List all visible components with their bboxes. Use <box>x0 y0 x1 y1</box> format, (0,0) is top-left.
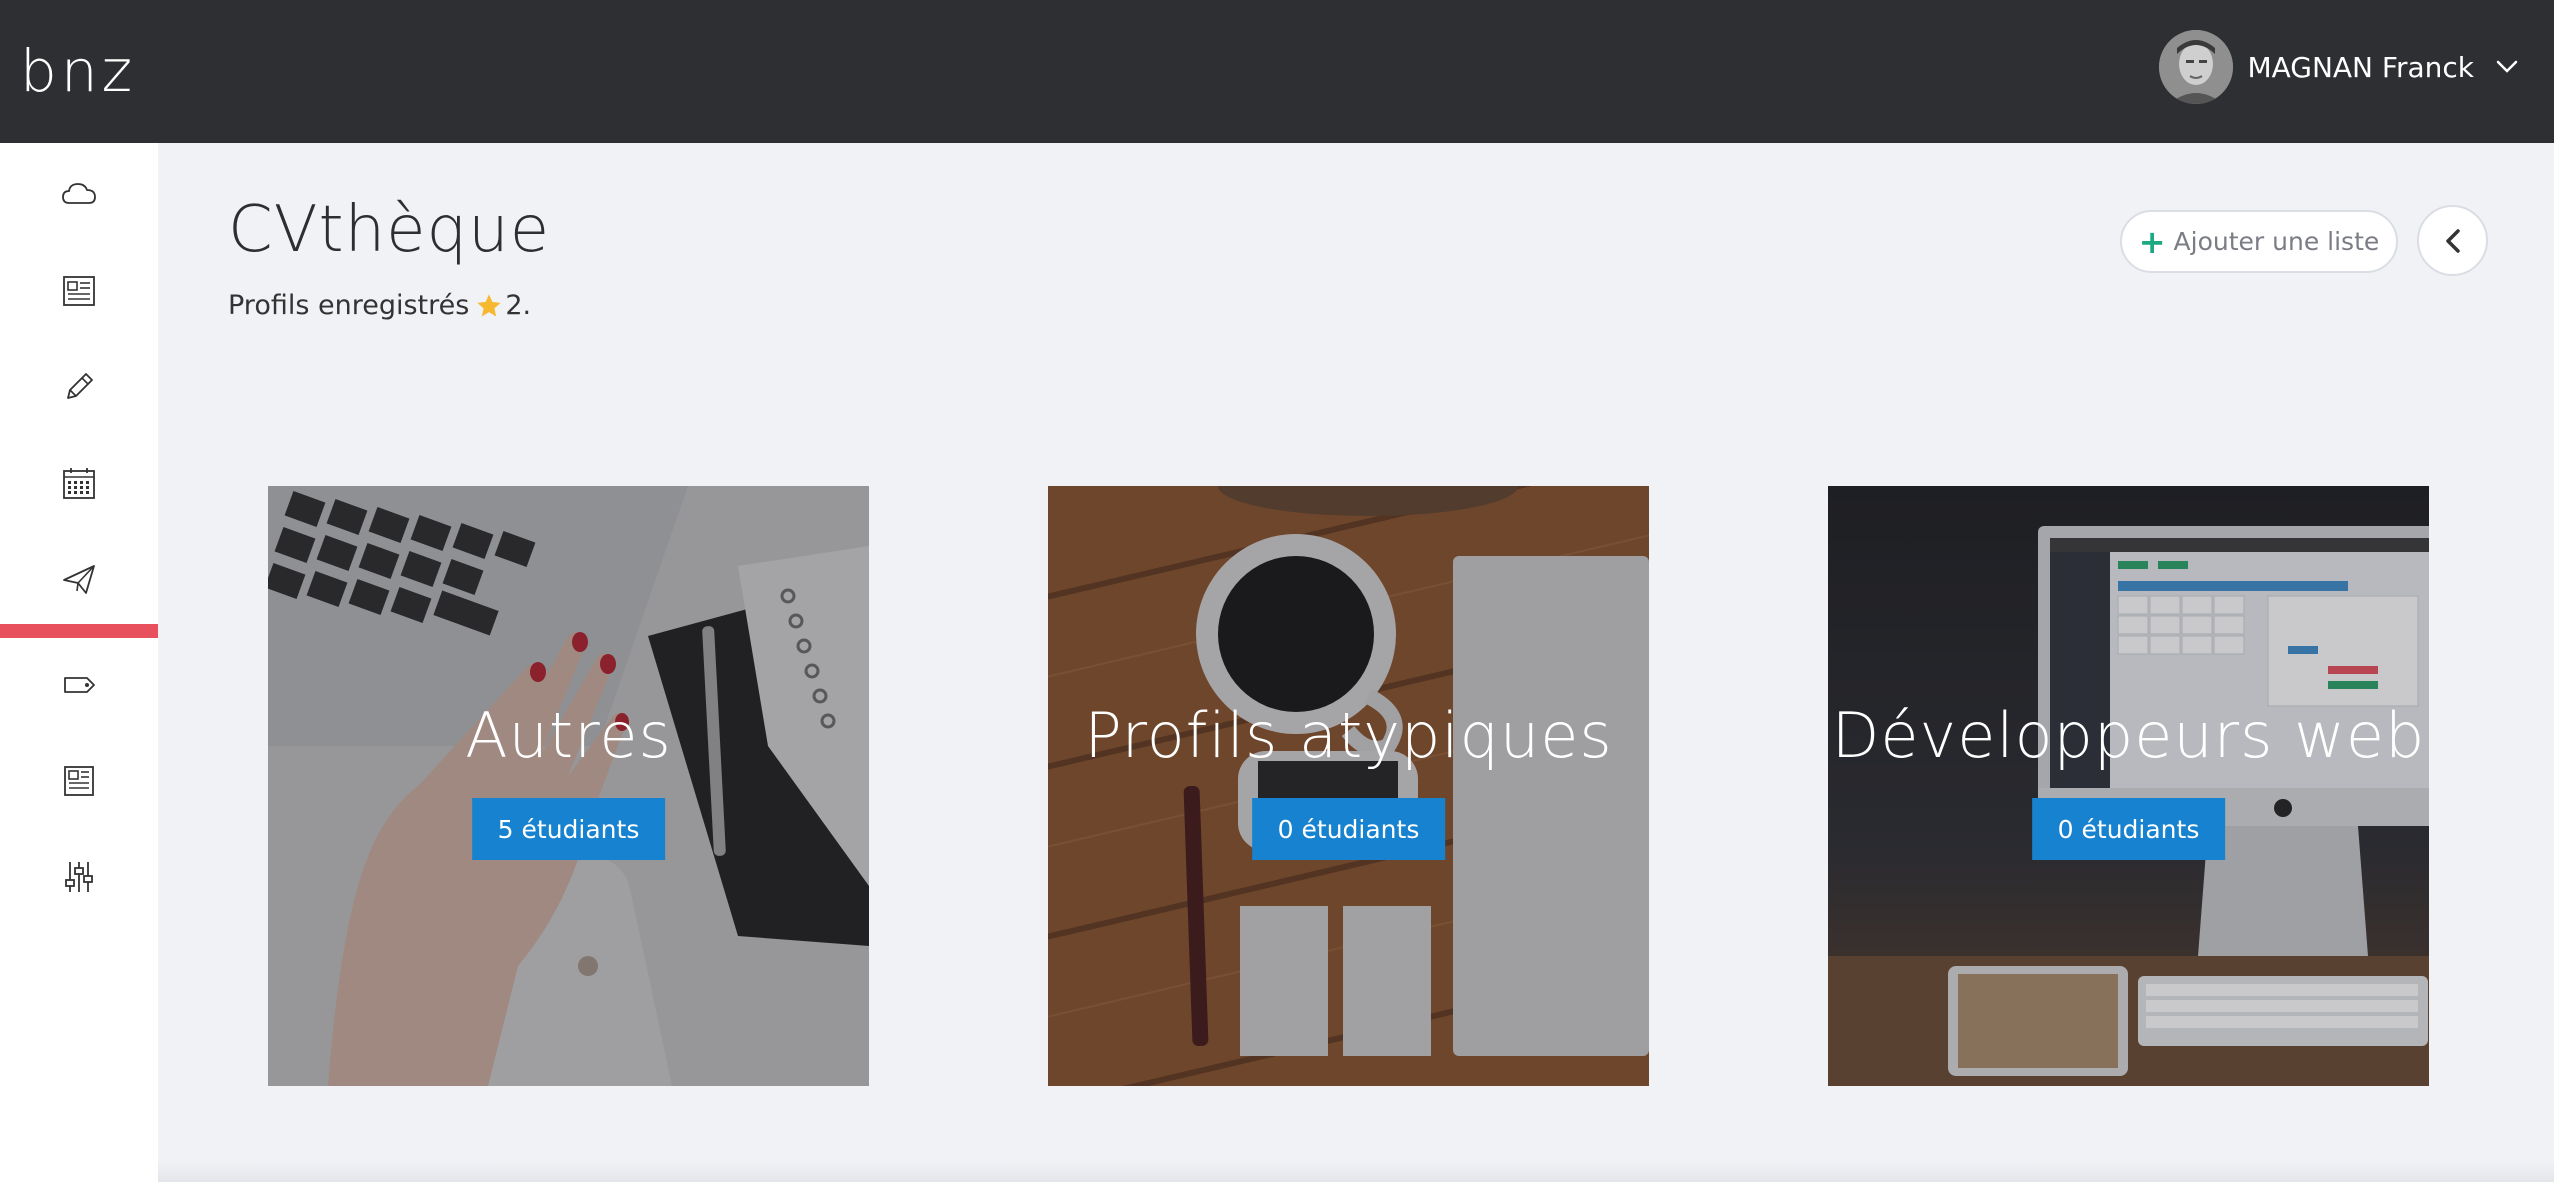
sidebar <box>0 143 158 1182</box>
sidebar-item-edit[interactable] <box>0 347 158 427</box>
sidebar-item-news[interactable] <box>0 251 158 331</box>
card-title: Développeurs web <box>1831 699 2426 772</box>
user-menu[interactable]: MAGNAN Franck <box>2159 29 2518 105</box>
card-overlay <box>268 486 869 1086</box>
card-overlay <box>1048 486 1649 1086</box>
top-bar: bnz MAGNAN Franck <box>0 0 2554 143</box>
user-name: MAGNAN Franck <box>2247 50 2474 84</box>
student-count-badge[interactable]: 0 étudiants <box>1251 798 1446 860</box>
star-icon <box>477 293 501 316</box>
sidebar-item-calendar[interactable] <box>0 443 158 523</box>
student-count-badge[interactable]: 5 étudiants <box>471 798 666 860</box>
chevron-down-icon <box>2496 60 2518 73</box>
student-count-badge[interactable]: 0 étudiants <box>2031 798 2226 860</box>
page-title: CVthèque <box>228 193 551 267</box>
sidebar-item-settings[interactable] <box>0 837 158 917</box>
app-logo[interactable]: bnz <box>20 36 136 106</box>
card-title: Autres <box>465 699 672 772</box>
sidebar-active-indicator <box>0 624 158 638</box>
saved-profiles-label: Profils enregistrés <box>228 290 470 321</box>
calendar-icon <box>63 468 95 499</box>
paper-plane-icon <box>63 565 95 594</box>
cloud-icon <box>62 183 96 204</box>
sidebar-item-send[interactable] <box>0 539 158 619</box>
chevron-left-icon <box>2445 228 2460 253</box>
tag-icon <box>64 677 95 693</box>
sidebar-item-cloud[interactable] <box>0 155 158 235</box>
list-card-profils-atypiques[interactable]: Profils atypiques 0 étudiants <box>1048 486 1649 1086</box>
bottom-edge <box>158 1160 2554 1182</box>
sidebar-item-tags[interactable] <box>0 645 158 725</box>
avatar <box>2159 30 2234 104</box>
add-list-label: Ajouter une liste <box>2173 227 2380 256</box>
back-button[interactable] <box>2417 205 2488 276</box>
sidebar-item-documents[interactable] <box>0 741 158 821</box>
card-overlay <box>1828 486 2429 1086</box>
plus-icon: + <box>2138 222 2166 261</box>
document-icon <box>64 766 94 796</box>
saved-profiles-count: 2. <box>505 290 532 321</box>
pencil-icon <box>67 373 93 399</box>
card-title: Profils atypiques <box>1084 699 1613 772</box>
list-card-developpeurs-web[interactable]: Développeurs web 0 étudiants <box>1828 486 2429 1086</box>
page-subtitle: Profils enregistrés 2. <box>228 290 531 321</box>
list-card-autres[interactable]: Autres 5 étudiants <box>268 486 869 1086</box>
add-list-button[interactable]: + Ajouter une liste <box>2120 210 2398 273</box>
sliders-icon <box>65 862 93 892</box>
newspaper-icon <box>63 276 95 306</box>
